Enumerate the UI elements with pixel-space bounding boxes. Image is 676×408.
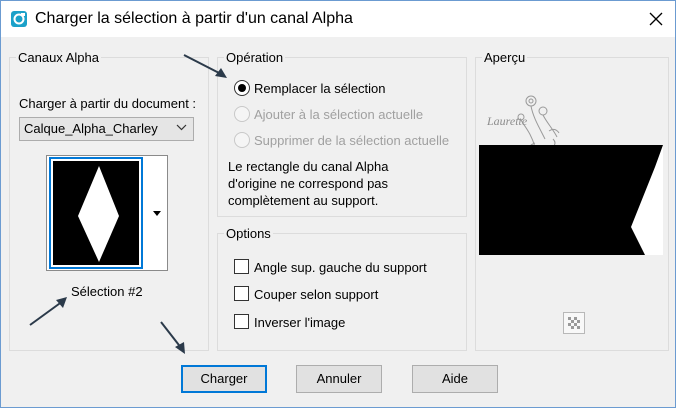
annotation-arrow-selection (29, 297, 67, 326)
channel-thumbnail[interactable] (49, 157, 143, 269)
document-label: Charger à partir du document : (19, 96, 197, 111)
document-select-value: Calque_Alpha_Charley (24, 121, 158, 136)
close-icon (649, 12, 663, 26)
diamond-shape (78, 166, 119, 262)
radio-replace-label[interactable]: Remplacer la sélection (254, 81, 386, 96)
load-button[interactable]: Charger (181, 365, 267, 393)
title-bar: Charger la sélection à partir d'un canal… (1, 1, 675, 37)
help-button[interactable]: Aide (412, 365, 498, 393)
channel-thumbnail-picker[interactable] (46, 155, 168, 271)
checkbox-invert-label[interactable]: Inverser l'image (254, 315, 345, 330)
checkbox-top-left-corner[interactable] (234, 259, 249, 274)
zoom-preview-icon[interactable] (563, 312, 585, 334)
preview-image (479, 145, 663, 255)
document-select[interactable]: Calque_Alpha_Charley (19, 117, 194, 141)
annotation-arrow-load (160, 321, 185, 354)
radio-replace-selection[interactable] (234, 80, 250, 96)
selection-name: Sélection #2 (71, 284, 143, 299)
window-title: Charger la sélection à partir d'un canal… (35, 10, 353, 27)
caret-down-icon (153, 211, 161, 216)
checkbox-crop-label[interactable]: Couper selon support (254, 287, 378, 302)
preview-legend: Aperçu (482, 50, 528, 65)
app-icon (11, 11, 27, 27)
info-line-2: d'origine ne correspond pas (228, 176, 389, 191)
info-line-1: Le rectangle du canal Alpha (228, 159, 389, 174)
thumbnail-dropdown[interactable] (147, 156, 167, 270)
annotation-arrow-operation (183, 54, 227, 78)
operation-legend: Opération (224, 50, 286, 65)
radio-add-label: Ajouter à la sélection actuelle (254, 107, 424, 122)
checkbox-invert[interactable] (234, 314, 249, 329)
radio-subtract-selection (234, 132, 250, 148)
checkbox-crop-to-canvas[interactable] (234, 286, 249, 301)
radio-subtract-label: Supprimer de la sélection actuelle (254, 133, 450, 148)
radio-add-selection (234, 106, 250, 122)
cancel-button[interactable]: Annuler (296, 365, 382, 393)
chevron-down-icon (176, 124, 187, 131)
checkbox-top-left-label[interactable]: Angle sup. gauche du support (254, 260, 427, 275)
dialog-window: Charger la sélection à partir d'un canal… (0, 0, 676, 408)
options-legend: Options (224, 226, 273, 241)
info-line-3: complètement au support. (228, 193, 379, 208)
close-button[interactable] (637, 1, 675, 37)
alpha-channels-legend: Canaux Alpha (16, 50, 101, 65)
watermark-text: Laurette (487, 114, 528, 128)
